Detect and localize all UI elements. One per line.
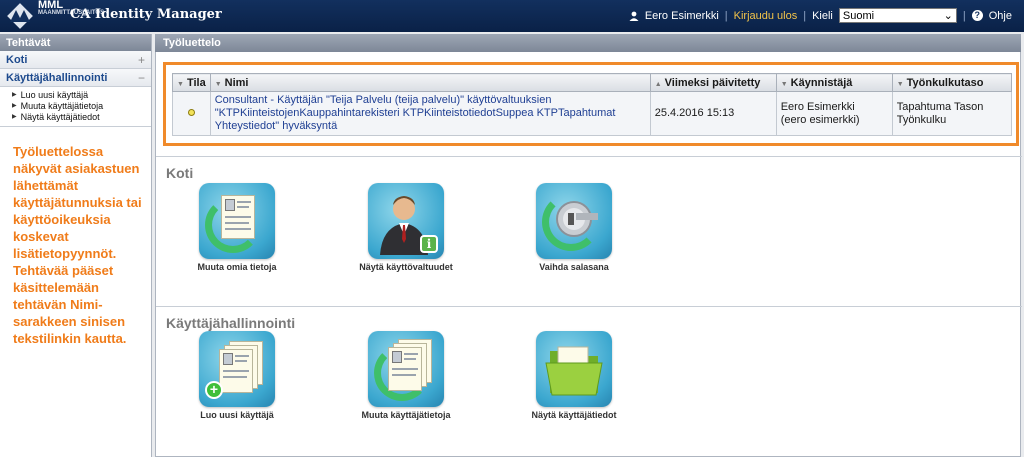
updated-cell: 25.4.2016 15:13 — [649, 91, 777, 136]
status-dot-icon — [187, 109, 195, 116]
user-name: Eero Esimerkki — [644, 9, 719, 22]
expand-icon[interactable]: + — [138, 53, 145, 67]
highlight-box: ▼ Tila ▼ Nimi ▲ Viimeksi päivitetty ▼ Käynni… — [163, 62, 1019, 146]
key-lock-icon — [536, 183, 612, 259]
sidebar-subitem-label: Luo uusi käyttäjä — [20, 90, 89, 100]
level-cell: Tapahtuma Tason Työnkulku — [891, 91, 1013, 136]
language-select[interactable]: Suomi ⌄ — [838, 8, 957, 23]
column-header-nimi[interactable]: ▼ Nimi — [209, 73, 651, 92]
section-kayttajahallinnointi: Käyttäjähallinnointi + Luo uusi käyttäjä — [156, 306, 1022, 456]
collapse-icon[interactable]: − — [138, 71, 145, 85]
user-icon — [629, 11, 639, 21]
section-title: Koti — [166, 165, 194, 181]
chevron-down-icon: ⌄ — [943, 10, 953, 22]
triangle-right-icon: ▶ — [12, 114, 17, 120]
main-body: ▼ Tila ▼ Nimi ▲ Viimeksi päivitetty ▼ Käynni… — [155, 52, 1022, 457]
create-user-icon: + — [199, 331, 275, 407]
help-icon[interactable]: ? — [971, 10, 983, 21]
sidebar-item-label: Koti — [6, 53, 28, 66]
tile-view-permissions[interactable]: i Näytä käyttövaltuudet — [341, 183, 471, 272]
tile-view-user[interactable]: Näytä käyttäjätiedot — [509, 331, 639, 420]
column-header-updated[interactable]: ▲ Viimeksi päivitetty — [649, 73, 777, 92]
person-info-icon: i — [368, 183, 444, 259]
triangle-right-icon: ▶ — [12, 103, 17, 109]
tile-change-password[interactable]: Vaihda salasana — [509, 183, 639, 272]
edit-user-icon — [368, 331, 444, 407]
help-link[interactable]: Ohje — [989, 10, 1012, 22]
separator: | — [803, 9, 807, 22]
logout-link[interactable]: Kirjaudu ulos — [734, 10, 798, 22]
app-header: MML MAANMITTAUSLAITOS CA Identity Manage… — [0, 0, 1024, 32]
main-panel: Työluettelo ▼ Tila ▼ Nimi ▲ Viimeksi päivit… — [153, 34, 1024, 457]
sort-icon: ▼ — [177, 80, 184, 88]
sidebar-item-kayttajahallinnointi[interactable]: Käyttäjähallinnointi − — [0, 69, 151, 87]
sidebar-item-label: Käyttäjähallinnointi — [6, 71, 108, 84]
sidebar-subitem-label: Näytä käyttäjätiedot — [20, 112, 100, 122]
sidebar: Tehtävät Koti + Käyttäjähallinnointi − ▶… — [0, 34, 152, 457]
column-header-starter[interactable]: ▼ Käynnistäjä — [775, 73, 893, 92]
plus-icon: + — [205, 381, 223, 399]
starter-cell: Eero Esimerkki (eero esimerkki) — [775, 91, 893, 136]
sidebar-item-koti[interactable]: Koti + — [0, 51, 151, 69]
sort-icon: ▼ — [214, 80, 222, 88]
annotation-note: Työluettelossa näkyvät asiakastuen lähet… — [13, 144, 142, 346]
mml-logo-icon — [7, 3, 33, 29]
tile-create-user[interactable]: + Luo uusi käyttäjä — [172, 331, 302, 420]
status-cell — [172, 91, 211, 136]
section-koti: Koti Muuta omia tietoja i Näytä käyttöva… — [156, 156, 1022, 306]
sidebar-sub-list: ▶ Luo uusi käyttäjä ▶ Muuta käyttäjätiet… — [0, 87, 151, 127]
language-label: Kieli — [812, 9, 833, 22]
level-line2: Työnkulku — [896, 113, 947, 126]
sidebar-subitem-view-user[interactable]: ▶ Näytä käyttäjätiedot — [12, 112, 151, 123]
tile-label: Luo uusi käyttäjä — [200, 410, 274, 420]
column-header-tila[interactable]: ▼ Tila — [172, 73, 211, 92]
tile-label: Näytä käyttövaltuudet — [359, 262, 453, 272]
sidebar-subitem-create-user[interactable]: ▶ Luo uusi käyttäjä — [12, 90, 151, 101]
table-header-row: ▼ Tila ▼ Nimi ▲ Viimeksi päivitetty ▼ Käynni… — [172, 73, 1013, 92]
starter-name: Eero Esimerkki — [780, 100, 855, 113]
column-header-level[interactable]: ▼ Työnkulkutaso — [891, 73, 1013, 92]
user-area: Eero Esimerkki | Kirjaudu ulos | Kieli S… — [629, 8, 1012, 23]
sidebar-subitem-modify-user[interactable]: ▶ Muuta käyttäjätietoja — [12, 101, 151, 112]
section-title: Käyttäjähallinnointi — [166, 315, 296, 331]
table-row: Consultant - Käyttäjän "Teija Palvelu (t… — [172, 91, 1013, 136]
separator: | — [962, 9, 966, 22]
app-title: CA Identity Manager — [70, 7, 222, 22]
task-name-link[interactable]: Consultant - Käyttäjän "Teija Palvelu (t… — [215, 94, 616, 132]
tile-label: Muuta omia tietoja — [197, 262, 277, 272]
sort-icon: ▼ — [780, 80, 788, 88]
worklist-title: Työluettelo — [155, 34, 1021, 52]
name-cell: Consultant - Käyttäjän "Teija Palvelu (t… — [209, 91, 651, 136]
tile-label: Vaihda salasana — [539, 262, 609, 272]
folder-icon — [536, 331, 612, 407]
sort-icon: ▼ — [896, 80, 904, 88]
tile-edit-user[interactable]: Muuta käyttäjätietoja — [341, 331, 471, 420]
sidebar-title: Tehtävät — [0, 34, 151, 51]
language-value: Suomi — [842, 9, 875, 22]
separator: | — [724, 9, 728, 22]
tile-label: Näytä käyttäjätiedot — [531, 410, 617, 420]
triangle-right-icon: ▶ — [12, 92, 17, 98]
worklist-table: ▼ Tila ▼ Nimi ▲ Viimeksi päivitetty ▼ Käynni… — [172, 73, 1013, 136]
sidebar-subitem-label: Muuta käyttäjätietoja — [20, 101, 104, 111]
edit-profile-icon — [199, 183, 275, 259]
starter-id: (eero esimerkki) — [780, 113, 860, 126]
tile-edit-own-info[interactable]: Muuta omia tietoja — [172, 183, 302, 272]
sort-icon: ▲ — [654, 80, 662, 88]
info-icon: i — [420, 235, 438, 253]
tile-label: Muuta käyttäjätietoja — [361, 410, 451, 420]
level-line1: Tapahtuma Tason — [896, 100, 984, 113]
